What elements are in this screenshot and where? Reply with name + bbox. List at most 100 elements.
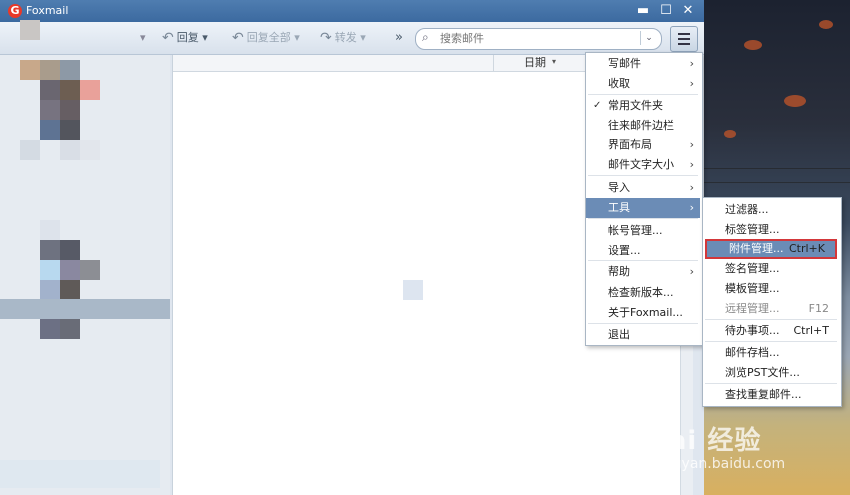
blurred-content [80, 140, 100, 160]
blurred-content [40, 60, 60, 80]
main-menu-item[interactable]: 关于Foxmail... [586, 303, 700, 323]
compose-dropdown-icon[interactable]: ▾ [140, 29, 146, 47]
forward-label: 转发 [334, 31, 357, 44]
main-menu-item[interactable]: ✓ 常用文件夹 [586, 96, 700, 116]
reply-button[interactable]: ↶ 回复 ▾ [162, 29, 208, 47]
chevron-right-icon: › [689, 201, 694, 214]
maximize-button[interactable]: ☐ [656, 2, 676, 20]
tools-menu-item[interactable]: 模板管理... [703, 279, 839, 299]
date-column-label: 日期 [524, 56, 546, 69]
reply-all-button[interactable]: ↶ 回复全部 ▾ [232, 29, 300, 47]
tools-menu-item[interactable]: 标签管理... [703, 220, 839, 240]
folder-pane-footer [0, 460, 160, 488]
watermark-logo: Bai 经验 [648, 426, 762, 456]
shortcut-label: F12 [808, 302, 829, 315]
blurred-content [40, 280, 60, 300]
main-menu-item[interactable]: 帮助 › [586, 262, 700, 282]
menu-item-label: 附件管理... [729, 242, 784, 255]
blurred-content [40, 240, 60, 260]
wallpaper-ember [744, 40, 762, 50]
title-bar: G Foxmail ▬ ☐ ✕ [0, 0, 704, 22]
menu-item-label: 签名管理... [725, 262, 780, 275]
close-button[interactable]: ✕ [678, 2, 698, 20]
reply-all-icon: ↶ [232, 30, 244, 46]
main-menu-item[interactable]: 收取 › [586, 74, 700, 94]
minimize-button[interactable]: ▬ [633, 2, 653, 20]
main-menu-item[interactable]: 邮件文字大小 › [586, 155, 700, 175]
checkmark-icon: ✓ [593, 100, 602, 111]
selected-folder-row[interactable] [0, 299, 170, 319]
main-menu-item[interactable]: 设置... [586, 241, 700, 261]
menu-item-label: 往来邮件边栏 [608, 119, 674, 132]
blurred-content [60, 120, 80, 140]
menu-separator [705, 383, 837, 384]
folder-pane [0, 20, 170, 495]
main-menu-item[interactable]: 界面布局 › [586, 135, 700, 155]
blurred-content [60, 280, 80, 300]
blurred-content [60, 140, 80, 160]
menu-icon [678, 33, 690, 35]
tools-submenu: 过滤器... 标签管理... 附件管理... Ctrl+K 签名管理... 模板管理...… [702, 197, 842, 407]
menu-item-label: 标签管理... [725, 223, 780, 236]
reply-all-label: 回复全部 [246, 31, 291, 44]
menu-item-label: 帮助 [608, 265, 630, 278]
menu-item-label: 浏览PST文件... [725, 366, 800, 379]
main-menu-item[interactable]: 导入 › [586, 178, 700, 198]
blurred-content [80, 240, 100, 260]
search-icon: ⌕ [422, 30, 429, 44]
menu-item-label: 写邮件 [608, 57, 641, 70]
menu-item-label: 查找重复邮件... [725, 388, 802, 401]
blurred-content [40, 319, 60, 339]
more-tools-button[interactable]: » [395, 29, 403, 47]
menu-item-label: 退出 [608, 328, 630, 341]
blurred-content [40, 100, 60, 120]
main-menu-item[interactable]: 写邮件 › [586, 54, 700, 74]
main-menu-item[interactable]: 帐号管理... [586, 221, 700, 241]
main-menu-item[interactable]: 退出 [586, 325, 700, 345]
tools-menu-item[interactable]: 附件管理... Ctrl+K [705, 239, 837, 259]
menu-item-label: 常用文件夹 [608, 99, 663, 112]
toolbar: ▾ ↶回复 ▾ ↶回复全部 ▾ ↷转发 ▾ » ⌕ ⌄ [0, 22, 704, 55]
tools-menu-item[interactable]: 查找重复邮件... [703, 385, 839, 405]
chevron-right-icon: › [689, 57, 694, 70]
main-menu-item[interactable]: 往来邮件边栏 [586, 116, 700, 136]
tools-menu-item: 远程管理... F12 [703, 299, 839, 319]
menu-item-label: 邮件存档... [725, 346, 780, 359]
menu-item-label: 帐号管理... [608, 224, 663, 237]
menu-item-label: 导入 [608, 181, 630, 194]
shortcut-label: Ctrl+T [793, 324, 829, 337]
menu-separator [705, 319, 837, 320]
wallpaper-ember [724, 130, 736, 138]
menu-item-label: 界面布局 [608, 138, 652, 151]
menu-item-label: 关于Foxmail... [608, 306, 683, 319]
blurred-content [403, 280, 423, 300]
watermark-url: jingyan.baidu.com [656, 456, 786, 472]
main-menu-item[interactable]: 工具 › [586, 198, 700, 218]
tools-menu-item[interactable]: 邮件存档... [703, 343, 839, 363]
search-input[interactable] [438, 31, 632, 46]
tools-menu-item[interactable]: 过滤器... [703, 200, 839, 220]
sort-dropdown-icon[interactable]: ▾ [552, 57, 556, 66]
tools-menu-item[interactable]: 浏览PST文件... [703, 363, 839, 383]
menu-separator [588, 94, 698, 95]
search-options-dropdown[interactable]: ⌄ [640, 31, 657, 45]
menu-separator [588, 260, 698, 261]
chevron-right-icon: › [689, 138, 694, 151]
wallpaper-wire [704, 168, 850, 169]
blurred-content [60, 100, 80, 120]
blurred-content [20, 140, 40, 160]
chevron-right-icon: › [689, 77, 694, 90]
blurred-content [40, 220, 60, 240]
forward-button[interactable]: ↷ 转发 ▾ [320, 29, 366, 47]
main-menu-button[interactable] [670, 26, 698, 52]
tools-menu-item[interactable]: 签名管理... [703, 259, 839, 279]
search-box: ⌕ ⌄ [415, 28, 662, 50]
blurred-content [60, 80, 80, 100]
main-menu-item[interactable]: 检查新版本... [586, 283, 700, 303]
main-menu: 写邮件 › 收取 › ✓ 常用文件夹 往来邮件边栏 界面布局 › 邮件文字大小 › 导入 › 工具 › 帐号管… [585, 52, 703, 346]
tools-menu-item[interactable]: 待办事项... Ctrl+T [703, 321, 839, 341]
wallpaper-ember [819, 20, 833, 29]
menu-item-label: 邮件文字大小 [608, 158, 674, 171]
blurred-content [40, 260, 60, 280]
date-column-header[interactable]: 日期 [493, 55, 584, 71]
